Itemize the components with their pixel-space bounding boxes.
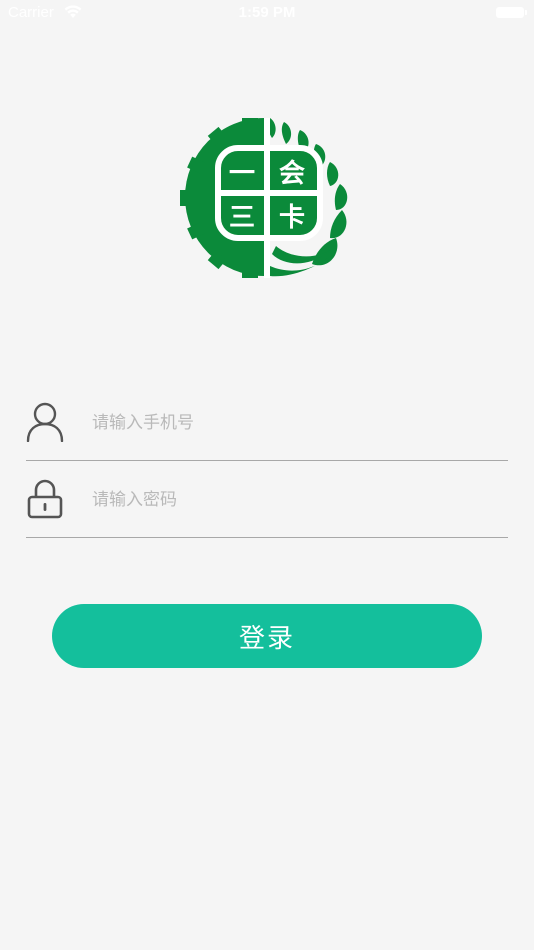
- password-input[interactable]: [90, 481, 494, 519]
- logo-char-3: 三: [229, 203, 255, 233]
- app-logo: 一 会 三 卡: [180, 118, 348, 278]
- logo-char-4: 卡: [279, 203, 305, 233]
- password-field-row: [26, 461, 508, 538]
- logo-char-2: 会: [279, 159, 305, 189]
- phone-input[interactable]: [90, 404, 494, 442]
- login-button[interactable]: 登录: [52, 604, 482, 668]
- status-time: 1:59 PM: [238, 4, 296, 21]
- phone-field-row: [26, 384, 508, 461]
- status-bar: Carrier 1:59 PM: [0, 0, 534, 28]
- user-icon: [26, 402, 64, 442]
- lock-icon: [27, 479, 63, 519]
- login-screen: Carrier 1:59 PM 一 会 三 卡 请输入手机号 登录: [0, 0, 534, 950]
- logo-char-1: 一: [229, 159, 255, 189]
- battery-icon: [496, 7, 527, 18]
